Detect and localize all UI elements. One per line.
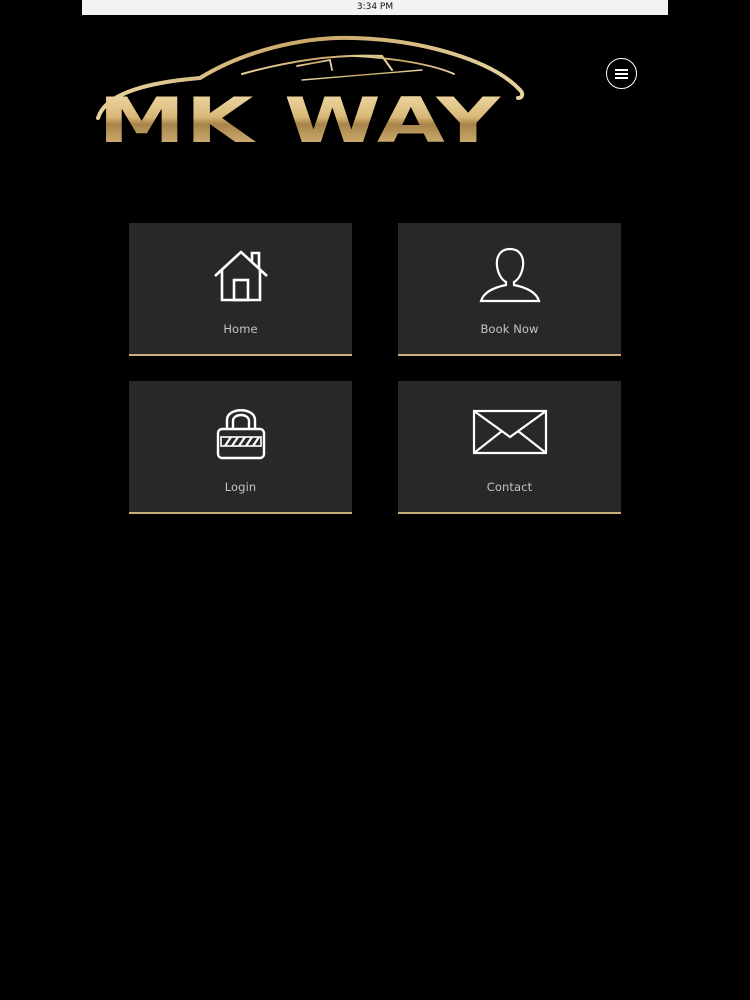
status-bar: 3:34 PM xyxy=(82,0,668,15)
brand-name: MK WAY xyxy=(98,84,502,150)
brand-logo: MK WAY xyxy=(96,35,525,150)
home-label: Home xyxy=(223,322,258,336)
status-time: 3:34 PM xyxy=(356,2,394,12)
book-now-tile[interactable]: Book Now xyxy=(398,223,621,356)
lock-icon xyxy=(216,409,265,460)
book-now-label: Book Now xyxy=(480,322,539,336)
login-label: Login xyxy=(224,480,257,494)
envelope-icon xyxy=(472,409,547,455)
menu-button[interactable] xyxy=(606,58,637,89)
home-tile[interactable]: Home xyxy=(129,223,352,356)
contact-label: Contact xyxy=(486,480,533,494)
contact-tile[interactable]: Contact xyxy=(398,381,621,514)
hamburger-menu-icon xyxy=(615,68,628,79)
person-icon xyxy=(479,247,540,303)
login-tile[interactable]: Login xyxy=(129,381,352,514)
home-icon xyxy=(213,250,268,302)
